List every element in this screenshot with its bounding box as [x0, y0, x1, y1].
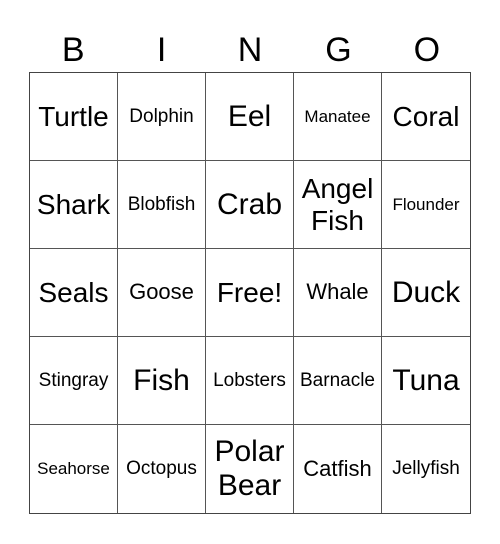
bingo-grid: Turtle Dolphin Eel Manatee Coral Shark Blobfis… [29, 72, 471, 514]
header-letter-n: N [237, 31, 263, 69]
bingo-cell[interactable]: Stingray [30, 337, 118, 425]
bingo-cell[interactable]: Duck [382, 249, 470, 337]
bingo-cell[interactable]: Barnacle [294, 337, 382, 425]
bingo-cell[interactable]: Turtle [30, 73, 118, 161]
header-letter-o: O [413, 31, 441, 69]
bingo-cell[interactable]: Eel [206, 73, 294, 161]
bingo-cell[interactable]: Dolphin [118, 73, 206, 161]
bingo-header: B I N G O [29, 28, 471, 72]
bingo-cell[interactable]: Lobsters [206, 337, 294, 425]
bingo-cell[interactable]: Free! [206, 249, 294, 337]
bingo-cell[interactable]: Seals [30, 249, 118, 337]
bingo-cell[interactable]: Coral [382, 73, 470, 161]
bingo-cell[interactable]: Angel Fish [294, 161, 382, 249]
bingo-cell[interactable]: Catfish [294, 425, 382, 513]
header-letter-b: B [61, 31, 85, 69]
bingo-cell[interactable]: Seahorse [30, 425, 118, 513]
header-letter-i: I [156, 31, 167, 69]
bingo-cell[interactable]: Manatee [294, 73, 382, 161]
bingo-cell[interactable]: Fish [118, 337, 206, 425]
bingo-cell[interactable]: Flounder [382, 161, 470, 249]
bingo-cell[interactable]: Jellyfish [382, 425, 470, 513]
bingo-cell[interactable]: Goose [118, 249, 206, 337]
bingo-cell[interactable]: Octopus [118, 425, 206, 513]
bingo-cell[interactable]: Polar Bear [206, 425, 294, 513]
bingo-cell[interactable]: Whale [294, 249, 382, 337]
header-letter-g: G [325, 31, 352, 69]
bingo-cell[interactable]: Blobfish [118, 161, 206, 249]
bingo-cell[interactable]: Shark [30, 161, 118, 249]
bingo-cell[interactable]: Crab [206, 161, 294, 249]
bingo-cell[interactable]: Tuna [382, 337, 470, 425]
